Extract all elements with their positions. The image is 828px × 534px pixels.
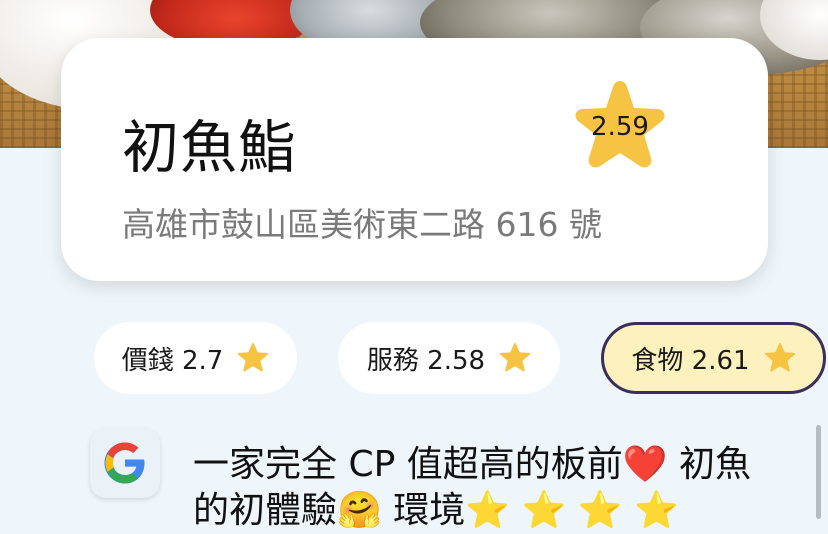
star-icon — [499, 342, 531, 372]
restaurant-info-card: 初魚鮨 2.59 高雄市鼓山區美術東二路 616 號 — [61, 38, 768, 281]
scrollbar[interactable] — [816, 425, 821, 519]
chip-label: 價錢 2.7 — [121, 345, 224, 376]
rating-chip-service[interactable]: 服務 2.58 — [338, 322, 560, 394]
rating-chip-price[interactable]: 價錢 2.7 — [94, 322, 297, 394]
restaurant-address: 高雄市鼓山區美術東二路 616 號 — [122, 205, 602, 244]
google-icon — [90, 428, 160, 498]
restaurant-name: 初魚鮨 — [122, 115, 296, 181]
star-icon — [238, 342, 269, 372]
rating-badge: 2.59 — [568, 78, 672, 178]
rating-chip-food[interactable]: 食物 2.61 — [601, 322, 826, 394]
chip-label: 服務 2.58 — [366, 345, 486, 376]
review-item[interactable]: 一家完全 CP 值超高的板前❤️ 初魚的初體驗🤗 環境⭐️ ⭐️ ⭐️ ⭐️ — [0, 420, 828, 531]
chip-label: 食物 2.61 — [631, 345, 750, 376]
star-icon — [764, 342, 795, 372]
rating-value: 2.59 — [591, 112, 649, 142]
google-logo — [104, 442, 145, 484]
review-text: 一家完全 CP 值超高的板前❤️ 初魚的初體驗🤗 環境⭐️ ⭐️ ⭐️ ⭐️ — [193, 444, 752, 531]
